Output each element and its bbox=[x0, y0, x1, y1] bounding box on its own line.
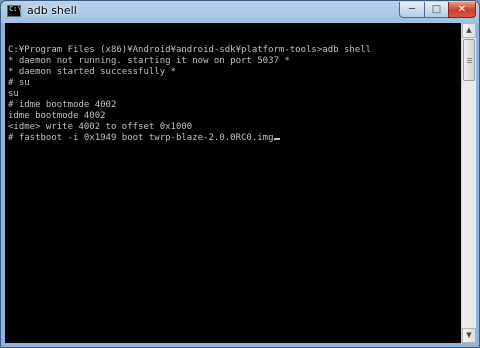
close-button[interactable]: ✕ bbox=[448, 2, 476, 18]
grip-line bbox=[467, 60, 472, 61]
text-cursor bbox=[273, 138, 280, 140]
console-input-line[interactable]: # fastboot -i 0x1949 boot twrp-blaze-2.0… bbox=[8, 133, 274, 143]
console-line: C:¥Program Files (x86)¥Android¥android-s… bbox=[8, 45, 372, 55]
window-title: adb shell bbox=[27, 4, 77, 17]
scroll-down-arrow-icon[interactable]: ▼ bbox=[462, 328, 476, 343]
console-area[interactable]: C:¥Program Files (x86)¥Android¥android-s… bbox=[5, 23, 461, 343]
scroll-up-arrow-icon[interactable]: ▲ bbox=[462, 23, 476, 38]
console-line: # idme bootmode 4002 bbox=[8, 100, 117, 110]
console-line: su bbox=[8, 89, 19, 99]
console-line: <idme> write 4002 to offset 0x1000 bbox=[8, 122, 193, 132]
maximize-button[interactable]: □ bbox=[424, 2, 449, 18]
console-line: # su bbox=[8, 78, 30, 88]
title-bar[interactable]: C:\ adb shell ─ □ ✕ bbox=[1, 1, 479, 23]
vertical-scrollbar[interactable]: ▲ ▼ bbox=[461, 23, 476, 343]
console-window: C:\ adb shell ─ □ ✕ C:¥Program Files (x8… bbox=[0, 0, 480, 348]
grip-line bbox=[467, 58, 472, 59]
scrollbar-thumb[interactable] bbox=[463, 39, 475, 81]
console-line: * daemon started successfully * bbox=[8, 67, 176, 77]
console-output: C:¥Program Files (x86)¥Android¥android-s… bbox=[8, 34, 371, 144]
command-prompt-icon[interactable]: C:\ bbox=[7, 5, 22, 17]
grip-line bbox=[467, 62, 472, 63]
console-line: idme bootmode 4002 bbox=[8, 111, 106, 121]
console-line: * daemon not running. starting it now on… bbox=[8, 56, 290, 66]
minimize-button[interactable]: ─ bbox=[399, 2, 425, 18]
